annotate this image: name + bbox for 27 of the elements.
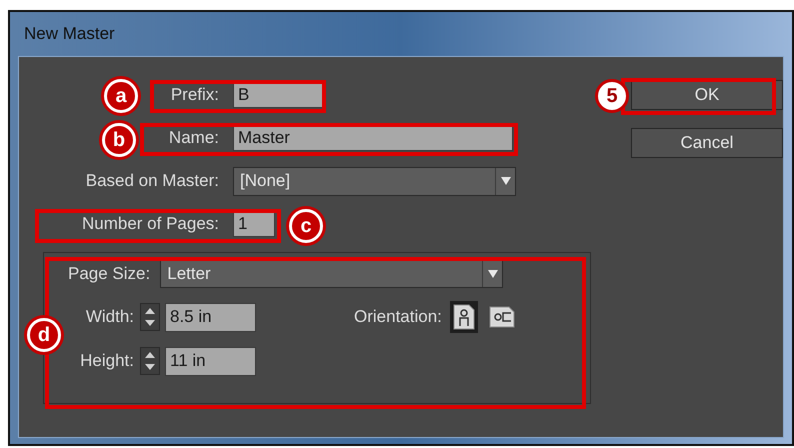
spinner-arrows-icon[interactable]	[140, 303, 160, 331]
portrait-orientation-icon[interactable]	[450, 301, 478, 333]
cancel-button[interactable]: Cancel	[631, 128, 783, 158]
dropdown[interactable]: Letter	[160, 259, 504, 288]
field-label: Prefix:	[170, 84, 219, 106]
input-field[interactable]: 11 in	[165, 346, 256, 376]
spinner-arrows-icon[interactable]	[140, 347, 160, 375]
field-label: Height:	[79, 350, 135, 372]
field-label: Orientation:	[354, 306, 442, 328]
dropdown-arrow-icon	[488, 270, 498, 278]
field-label: Number of Pages:	[82, 213, 219, 236]
annotation-marker: c	[289, 209, 323, 243]
input-field[interactable]: 8.5 in	[165, 302, 256, 332]
window-title: New Master	[24, 23, 115, 46]
field-label: Page Size:	[68, 262, 150, 285]
field-label: Name:	[168, 127, 219, 150]
field-label: Based on Master:	[86, 170, 219, 192]
ok-button[interactable]: OK	[631, 80, 783, 110]
input-field[interactable]: Master	[233, 125, 513, 151]
input-field[interactable]: B	[233, 82, 323, 108]
annotation-marker: d	[27, 318, 61, 352]
dropdown-arrow-icon	[500, 177, 510, 185]
dropdown[interactable]: [None]	[233, 166, 516, 196]
input-field[interactable]: 1	[233, 211, 275, 237]
annotation-marker: b	[102, 123, 136, 157]
annotation-marker: a	[104, 79, 138, 113]
field-label: Width:	[84, 306, 135, 328]
